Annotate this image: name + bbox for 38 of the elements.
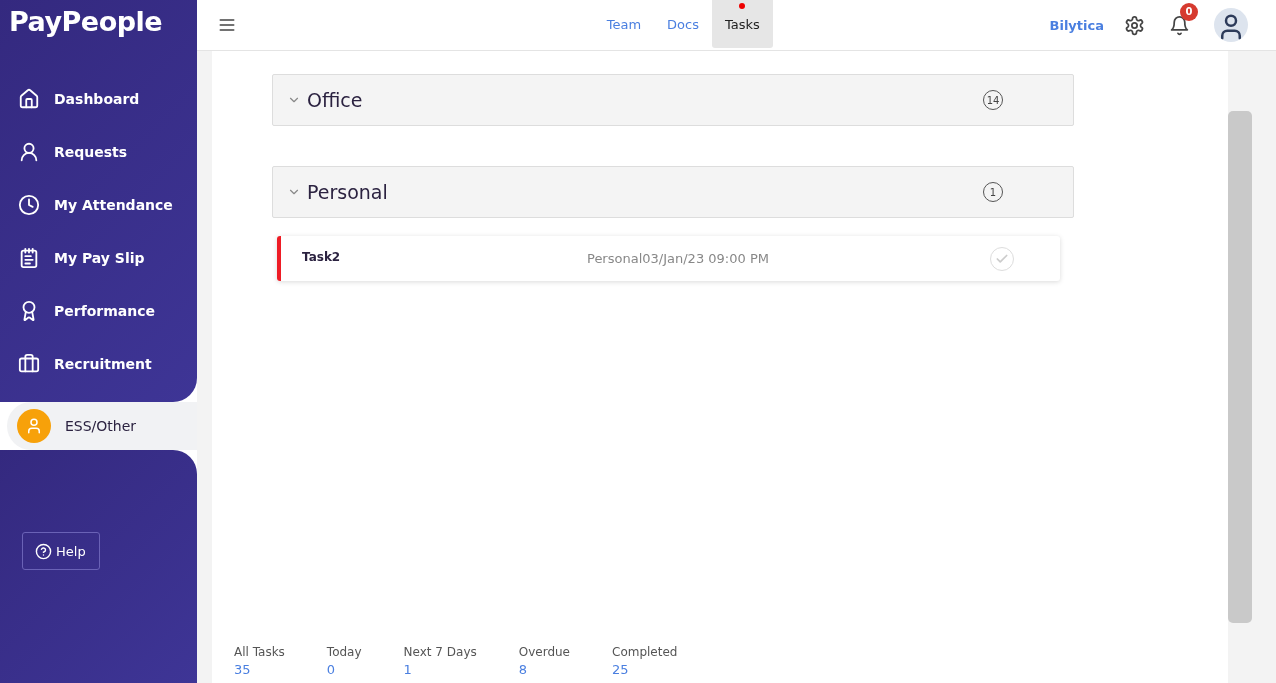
sidebar-item[interactable]: My Pay Slip xyxy=(0,231,197,284)
scrollbar[interactable] xyxy=(1228,111,1252,623)
company-link[interactable]: Bilytica xyxy=(1049,17,1104,33)
stat-value[interactable]: 8 xyxy=(518,662,570,677)
nav-tab[interactable]: Team xyxy=(593,0,655,48)
group-header[interactable]: Office 14 xyxy=(272,74,1074,126)
stat-label: Overdue xyxy=(518,645,570,659)
group-title: Office xyxy=(307,89,364,111)
stat-value[interactable]: 35 xyxy=(234,662,285,677)
task-due: Personal03/Jan/23 09:00 PM xyxy=(587,251,770,266)
stat-label: Completed xyxy=(612,645,678,659)
group-header[interactable]: Personal 1 xyxy=(272,166,1074,218)
sidebar-item[interactable]: Performance xyxy=(0,284,197,337)
nav-tab[interactable]: Docs xyxy=(654,0,712,48)
stat-label: Next 7 Days xyxy=(403,645,477,659)
sidebar-item[interactable]: Dashboard xyxy=(0,72,197,125)
stat-value[interactable]: 25 xyxy=(612,662,678,677)
sidebar-item[interactable]: Recruitment xyxy=(0,337,197,390)
logo: PayPeople xyxy=(8,6,164,39)
sidebar-item[interactable]: My Attendance xyxy=(0,178,197,231)
group-title: Personal xyxy=(307,181,389,203)
stat-label: Today xyxy=(326,645,362,659)
nav-tab[interactable]: Tasks xyxy=(712,0,773,48)
task-name: Task2 xyxy=(302,249,342,264)
settings-icon[interactable] xyxy=(1124,14,1145,36)
sidebar-item[interactable]: ESS/Other xyxy=(7,402,197,450)
active-dot xyxy=(739,3,746,9)
help-button[interactable]: Help xyxy=(22,532,100,570)
avatar[interactable] xyxy=(1214,8,1248,42)
stat-value[interactable]: 0 xyxy=(326,662,362,677)
help-icon xyxy=(35,542,52,560)
bell-icon[interactable] xyxy=(1169,14,1190,36)
stat-value[interactable]: 1 xyxy=(403,662,477,677)
user-icon xyxy=(17,409,51,443)
stat-label: All Tasks xyxy=(234,645,285,659)
notification-badge: 0 xyxy=(1180,2,1198,21)
sidebar-item[interactable]: Requests xyxy=(0,125,197,178)
task-card[interactable]: Task2 Personal03/Jan/23 09:00 PM xyxy=(277,236,1060,281)
